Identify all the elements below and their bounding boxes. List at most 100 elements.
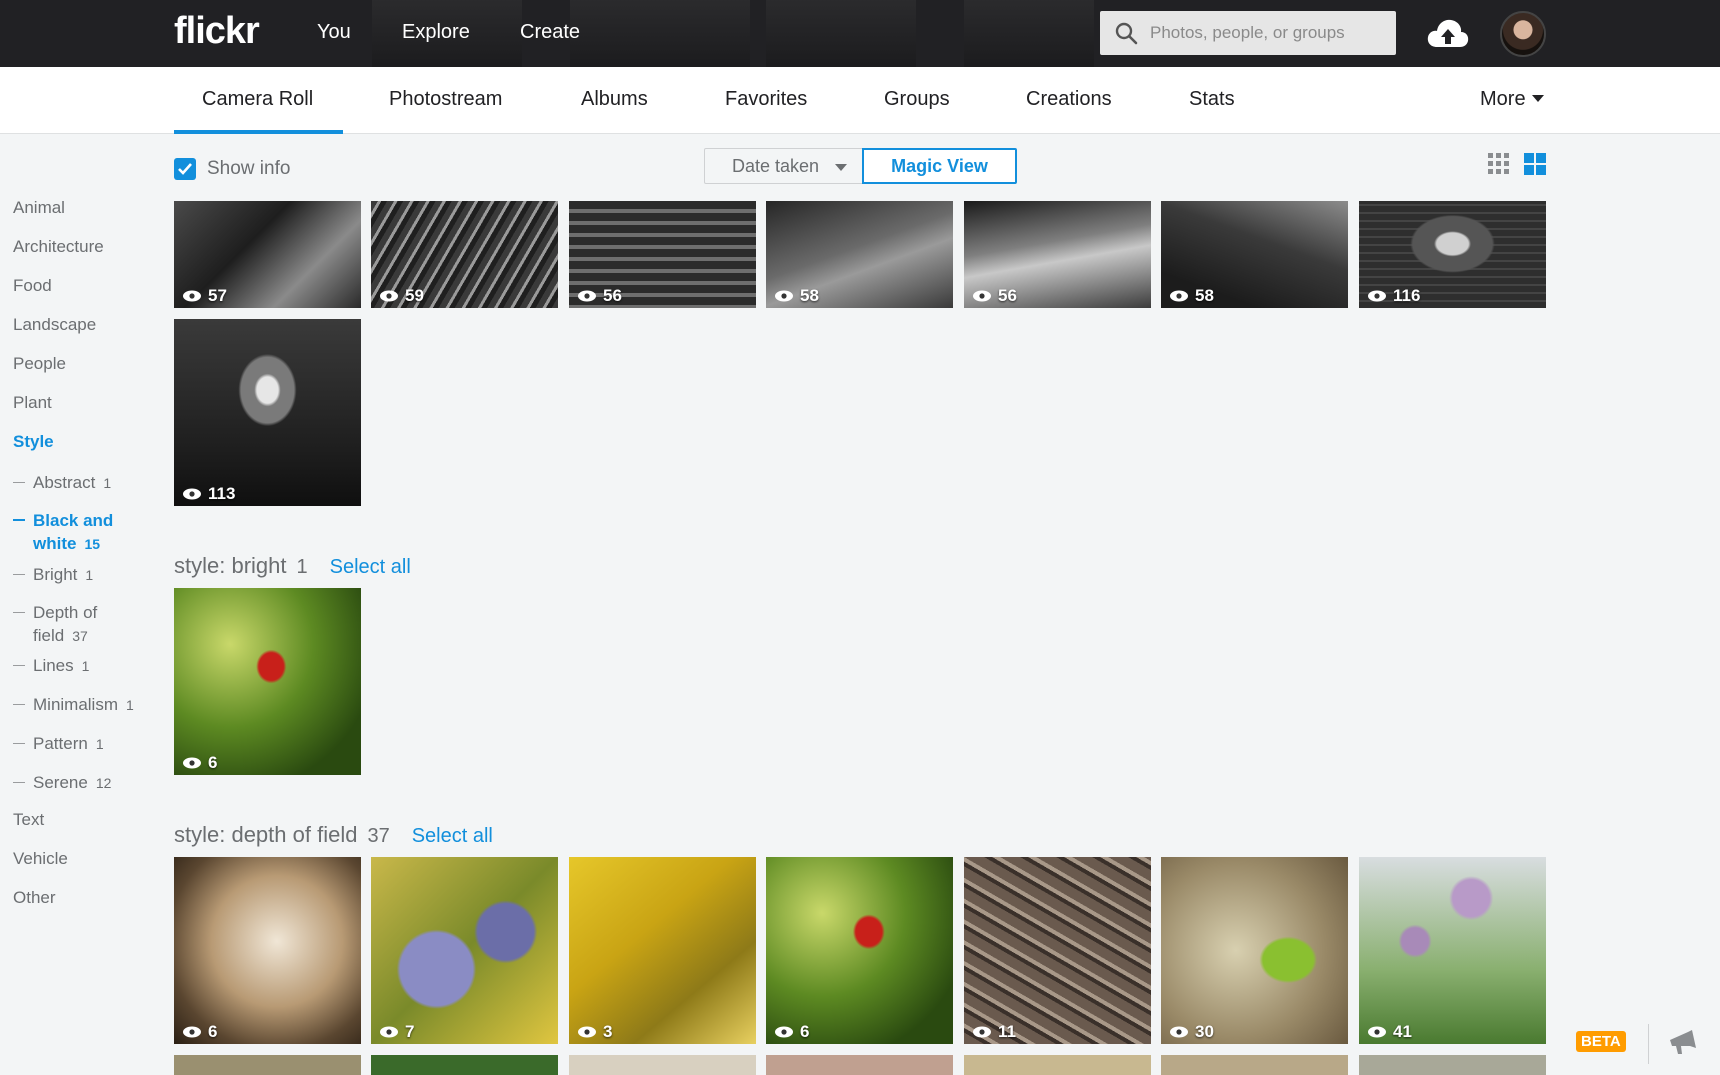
photo-tile[interactable]: 6: [174, 588, 361, 775]
photo-tile[interactable]: [569, 1055, 756, 1075]
date-taken-dropdown[interactable]: Date taken: [704, 148, 863, 184]
sidebar-item-landscape[interactable]: Landscape: [13, 315, 96, 335]
flickr-logo[interactable]: flickr: [174, 10, 260, 53]
photo-tile[interactable]: [1359, 1055, 1546, 1075]
sidebar-sub-label: Depth of: [33, 603, 98, 622]
photo-tile[interactable]: 59: [371, 201, 558, 308]
sidebar-sub-black-and-white[interactable]: Black and white 15: [13, 509, 113, 556]
view-count-value: 58: [800, 286, 819, 305]
show-info-label[interactable]: Show info: [207, 158, 290, 180]
active-tab-indicator: [174, 130, 343, 134]
photo-tile[interactable]: [766, 1055, 953, 1075]
sidebar-item-food[interactable]: Food: [13, 276, 52, 296]
view-count: 56: [577, 286, 622, 306]
photo-tile[interactable]: 3: [569, 857, 756, 1044]
sidebar-sub-lines[interactable]: Lines 1: [13, 654, 89, 678]
sidebar-item-other[interactable]: Other: [13, 888, 56, 908]
sidebar-sub-label: Abstract: [33, 473, 96, 492]
megaphone-feedback-icon[interactable]: [1668, 1026, 1700, 1056]
dash: [13, 519, 25, 521]
section-title: style: depth of field: [174, 822, 358, 847]
view-count-value: 6: [208, 1022, 218, 1041]
tab-groups[interactable]: Groups: [884, 88, 950, 111]
photo-tile[interactable]: 6: [766, 857, 953, 1044]
cloud-upload-icon[interactable]: [1426, 16, 1470, 50]
photo-tile[interactable]: [174, 1055, 361, 1075]
photo-tile[interactable]: 56: [964, 201, 1151, 308]
sidebar-sub-label: Lines: [33, 656, 74, 675]
sidebar-sub-abstract[interactable]: Abstract 1: [13, 471, 111, 495]
photo-tile[interactable]: 116: [1359, 201, 1546, 308]
photo-tile[interactable]: 41: [1359, 857, 1546, 1044]
view-count: 58: [774, 286, 819, 306]
photo-tile[interactable]: 57: [174, 201, 361, 308]
tab-creations[interactable]: Creations: [1026, 88, 1112, 111]
magic-view-button[interactable]: Magic View: [862, 148, 1017, 184]
sidebar-sub-minimalism[interactable]: Minimalism 1: [13, 693, 134, 717]
photo-tile[interactable]: 58: [1161, 201, 1348, 308]
eye-icon: [973, 1026, 991, 1038]
nav-create[interactable]: Create: [520, 21, 580, 44]
sidebar-item-text[interactable]: Text: [13, 810, 44, 830]
sidebar-sub-serene[interactable]: Serene 12: [13, 771, 111, 795]
large-grid-view-icon[interactable]: [1524, 153, 1546, 175]
nav-you[interactable]: You: [317, 21, 351, 44]
view-count-value: 58: [1195, 286, 1214, 305]
view-count-value: 59: [405, 286, 424, 305]
header-bg-photo: [964, 0, 1094, 67]
beta-badge[interactable]: BETA: [1576, 1031, 1626, 1052]
view-count: 6: [182, 753, 217, 773]
photo-tile[interactable]: [1161, 1055, 1348, 1075]
eye-icon: [183, 1026, 201, 1038]
select-all-link[interactable]: Select all: [330, 556, 411, 578]
dash: [13, 482, 25, 483]
tab-favorites[interactable]: Favorites: [725, 88, 807, 111]
photo-tile[interactable]: 58: [766, 201, 953, 308]
sidebar-item-architecture[interactable]: Architecture: [13, 237, 104, 257]
top-bar: flickr You Explore Create: [0, 0, 1720, 67]
sidebar-sub-pattern[interactable]: Pattern 1: [13, 732, 104, 756]
sidebar-item-plant[interactable]: Plant: [13, 393, 52, 413]
photo-tile[interactable]: 11: [964, 857, 1151, 1044]
caret-down-icon: [835, 164, 847, 171]
view-count-value: 6: [800, 1022, 810, 1041]
photo-tile[interactable]: 7: [371, 857, 558, 1044]
search-input[interactable]: [1150, 11, 1390, 55]
sidebar-sub-bright[interactable]: Bright 1: [13, 563, 93, 587]
search-box[interactable]: [1100, 11, 1396, 55]
photo-tile[interactable]: [371, 1055, 558, 1075]
eye-icon: [1170, 1026, 1188, 1038]
show-info-checkbox[interactable]: [174, 158, 196, 180]
eye-icon: [183, 757, 201, 769]
eye-icon: [380, 1026, 398, 1038]
sidebar-item-animal[interactable]: Animal: [13, 198, 65, 218]
select-all-link[interactable]: Select all: [412, 825, 493, 847]
more-menu[interactable]: More: [1480, 88, 1544, 111]
section-header-bright: style: bright 1 Select all: [174, 553, 411, 579]
photo-tile[interactable]: [964, 1055, 1151, 1075]
tab-albums[interactable]: Albums: [581, 88, 648, 111]
section-header-depth-of-field: style: depth of field 37 Select all: [174, 822, 493, 848]
search-icon[interactable]: [1114, 21, 1138, 45]
sidebar-item-style[interactable]: Style: [13, 432, 54, 452]
sidebar-item-people[interactable]: People: [13, 354, 66, 374]
tab-photostream[interactable]: Photostream: [389, 88, 502, 111]
photo-tile[interactable]: 113: [174, 319, 361, 506]
photo-tile[interactable]: 6: [174, 857, 361, 1044]
tab-stats[interactable]: Stats: [1189, 88, 1235, 111]
view-count: 113: [182, 484, 235, 504]
view-count-value: 56: [998, 286, 1017, 305]
avatar[interactable]: [1500, 11, 1546, 57]
sidebar-sub-count: 1: [85, 567, 94, 583]
photo-tile[interactable]: 30: [1161, 857, 1348, 1044]
tab-camera-roll[interactable]: Camera Roll: [202, 88, 313, 111]
view-count: 30: [1169, 1022, 1214, 1042]
view-count: 56: [972, 286, 1017, 306]
small-grid-view-icon[interactable]: [1488, 153, 1510, 175]
sidebar-item-vehicle[interactable]: Vehicle: [13, 849, 68, 869]
more-label: More: [1480, 88, 1526, 110]
photo-tile[interactable]: 56: [569, 201, 756, 308]
view-count: 6: [774, 1022, 809, 1042]
sidebar-sub-depth-of-field[interactable]: Depth of field 37: [13, 601, 97, 648]
nav-explore[interactable]: Explore: [402, 21, 470, 44]
